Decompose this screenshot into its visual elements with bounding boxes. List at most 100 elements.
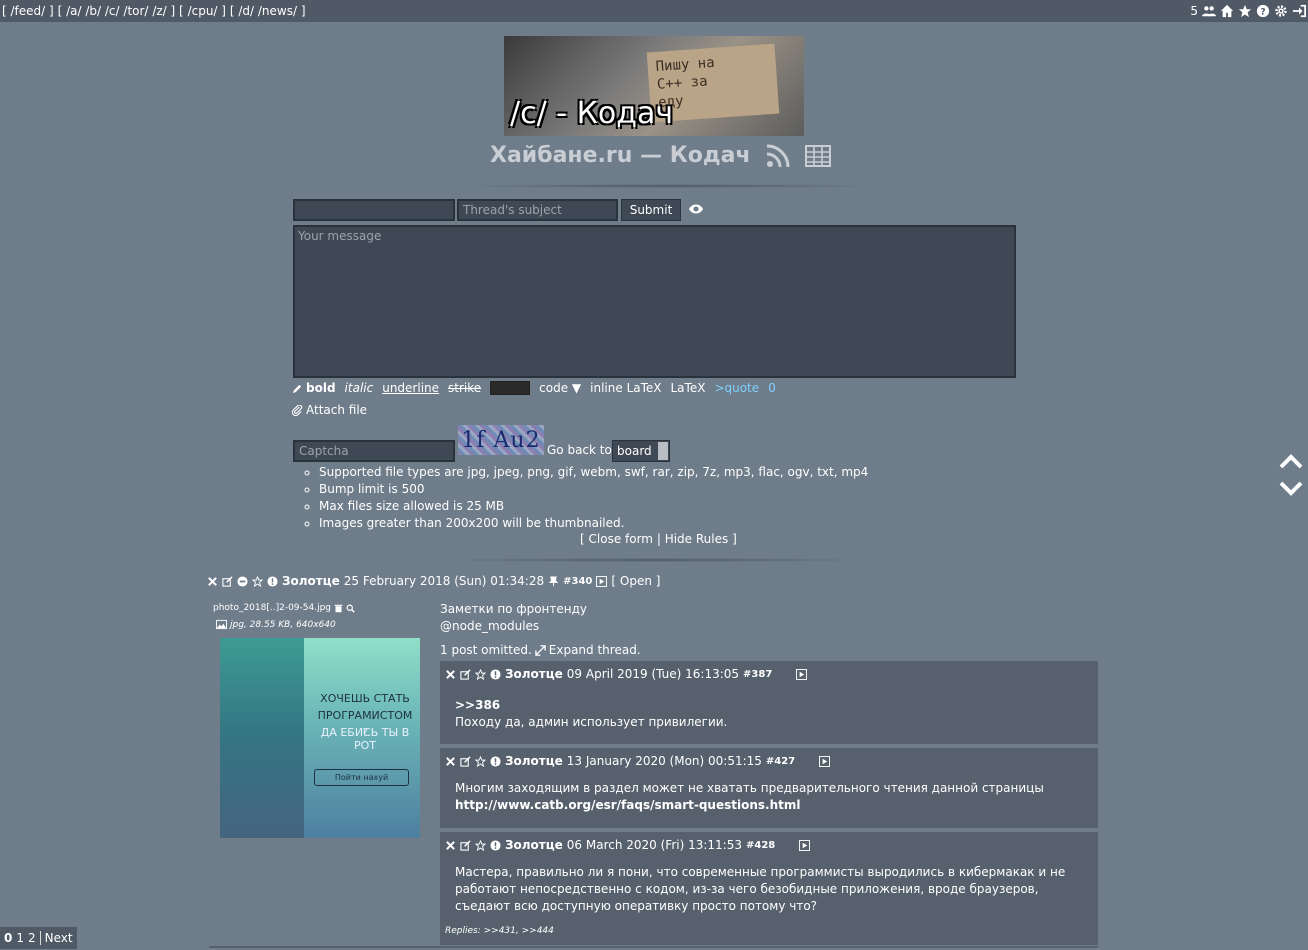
users-icon[interactable] xyxy=(1202,4,1216,18)
edit-icon[interactable] xyxy=(222,575,233,587)
favorite-star-icon[interactable] xyxy=(475,755,486,767)
edit-icon[interactable] xyxy=(460,755,471,767)
attach-file-button[interactable]: Attach file xyxy=(292,403,367,417)
home-icon[interactable] xyxy=(1220,4,1234,18)
page-link[interactable]: 1 xyxy=(16,931,24,945)
scroll-up-chevron-icon[interactable] xyxy=(1278,452,1304,470)
help-icon[interactable]: ? xyxy=(1256,4,1270,18)
nav-link-tor[interactable]: /tor/ xyxy=(123,4,148,18)
message-textarea[interactable]: Your message xyxy=(293,225,1016,378)
delete-icon[interactable] xyxy=(445,756,456,767)
italic-tool[interactable]: italic xyxy=(345,381,374,395)
post-author: Золотце xyxy=(505,667,563,681)
page-link[interactable]: 2 xyxy=(28,931,36,945)
thumbnail-text: ХОЧЕШЬ СТАТЬ ПРОГРАМИСТОМ xyxy=(317,692,413,722)
delete-icon[interactable] xyxy=(207,576,218,587)
delete-icon[interactable] xyxy=(445,669,456,680)
reply-text: Мастера, правильно ли я пони, что соврем… xyxy=(455,865,1066,913)
reply-post: Золотце 09 April 2019 (Tue) 16:13:05 #38… xyxy=(440,661,1098,744)
nav-link-cpu[interactable]: /cpu/ xyxy=(188,4,218,18)
sign-in-icon[interactable] xyxy=(1292,4,1306,18)
nav-link-a[interactable]: /a/ xyxy=(66,4,81,18)
rss-icon[interactable] xyxy=(765,144,791,168)
divider xyxy=(455,184,885,188)
page-link-current[interactable]: 0 xyxy=(4,931,12,945)
expand-icon[interactable] xyxy=(535,644,546,656)
op-line: Заметки по фронтенду xyxy=(440,602,588,616)
external-link[interactable]: http://www.catb.org/esr/faqs/smart-quest… xyxy=(455,798,801,812)
play-icon[interactable] xyxy=(796,668,808,680)
report-icon[interactable] xyxy=(490,755,501,767)
preview-eye-icon[interactable] xyxy=(688,202,704,216)
hide-icon[interactable] xyxy=(237,575,248,587)
underline-tool[interactable]: underline xyxy=(382,381,439,395)
markup-toolbar: bold italic underline strike code ▼ inli… xyxy=(292,381,776,395)
post-author: Золотце xyxy=(505,838,563,852)
catalog-grid-icon[interactable] xyxy=(804,144,831,168)
code-tool[interactable]: code ▼ xyxy=(539,381,581,395)
inline-latex-tool[interactable]: inline LaTeX xyxy=(590,381,661,395)
nav-link-feed[interactable]: /feed/ xyxy=(11,4,46,18)
file-name-link[interactable]: photo_2018[..]2-09-54.jpg xyxy=(213,603,331,613)
pencil-icon xyxy=(292,384,302,393)
delete-icon[interactable] xyxy=(445,840,456,851)
post-number[interactable]: #340 xyxy=(563,576,592,587)
post-author: Золотце xyxy=(505,754,563,768)
scroll-down-chevron-icon[interactable] xyxy=(1278,480,1304,498)
submit-button[interactable]: Submit xyxy=(621,199,681,221)
divider xyxy=(209,946,1098,948)
bold-tool[interactable]: bold xyxy=(292,381,336,395)
banner-caption: /c/ - Кодач xyxy=(510,96,674,131)
nav-link-news[interactable]: /news/ xyxy=(258,4,297,18)
rule-item: Max files size allowed is 25 MB xyxy=(319,498,868,515)
thumbnail-code-panel xyxy=(220,638,304,838)
post-author: Золотце xyxy=(282,574,340,588)
report-icon[interactable] xyxy=(490,668,501,680)
post-number[interactable]: #387 xyxy=(743,669,772,680)
nav-bracket: ] xyxy=(170,4,176,18)
open-thread-link[interactable]: [ Open ] xyxy=(611,574,660,588)
strike-tool[interactable]: strike xyxy=(448,381,481,395)
goback-select[interactable]: board xyxy=(612,440,670,462)
search-icon[interactable] xyxy=(346,604,355,613)
quote-tool[interactable]: >quote xyxy=(714,381,759,395)
favorite-star-icon[interactable] xyxy=(475,668,486,680)
nav-link-b[interactable]: /b/ xyxy=(85,4,101,18)
star-icon[interactable] xyxy=(1238,4,1252,18)
gear-icon[interactable] xyxy=(1274,4,1288,18)
post-number[interactable]: #428 xyxy=(746,840,775,851)
board-banner: Пишу на C++ за еду /c/ - Кодач xyxy=(504,36,804,136)
divider xyxy=(435,558,875,562)
close-form-link[interactable]: Close form xyxy=(589,532,653,546)
nav-link-d[interactable]: /d/ xyxy=(238,4,254,18)
backlinks[interactable]: Replies: >>431, >>444 xyxy=(445,926,554,936)
next-page-link[interactable]: Next xyxy=(45,931,73,945)
play-icon[interactable] xyxy=(596,575,608,587)
subject-input[interactable]: Thread's subject xyxy=(457,199,618,221)
hide-rules-link[interactable]: Hide Rules xyxy=(665,532,729,546)
captcha-image[interactable]: 1f Au2 xyxy=(458,425,544,455)
spoiler-tool[interactable] xyxy=(490,381,531,395)
report-icon[interactable] xyxy=(267,575,278,587)
latex-tool[interactable]: LaTeX xyxy=(671,381,706,395)
file-meta: jpg, 28.55 KB, 640x640 xyxy=(230,619,336,630)
name-input[interactable] xyxy=(293,199,455,221)
favorite-star-icon[interactable] xyxy=(475,839,486,851)
captcha-input[interactable]: Captcha xyxy=(293,440,455,462)
favorite-star-icon[interactable] xyxy=(252,575,263,587)
reply-post: Золотце 06 March 2020 (Fri) 13:11:53 #42… xyxy=(440,832,1098,945)
edit-icon[interactable] xyxy=(460,668,471,680)
post-number[interactable]: #427 xyxy=(766,756,795,767)
op-image-thumbnail[interactable]: ХОЧЕШЬ СТАТЬ ПРОГРАМИСТОМ ? ДА ЕБИСЬ ТЫ … xyxy=(220,638,420,838)
form-links: [ Close form | Hide Rules ] xyxy=(580,532,737,546)
play-icon[interactable] xyxy=(819,755,831,767)
report-icon[interactable] xyxy=(490,839,501,851)
expand-thread-link[interactable]: Expand thread. xyxy=(549,643,641,657)
nav-link-c[interactable]: /c/ xyxy=(105,4,120,18)
trash-icon[interactable] xyxy=(334,604,343,613)
play-icon[interactable] xyxy=(799,839,811,851)
reply-header: Золотце 13 January 2020 (Mon) 00:51:15 #… xyxy=(445,754,831,768)
quote-link[interactable]: >>386 xyxy=(455,698,500,712)
nav-link-z[interactable]: /z/ xyxy=(152,4,166,18)
edit-icon[interactable] xyxy=(460,839,471,851)
